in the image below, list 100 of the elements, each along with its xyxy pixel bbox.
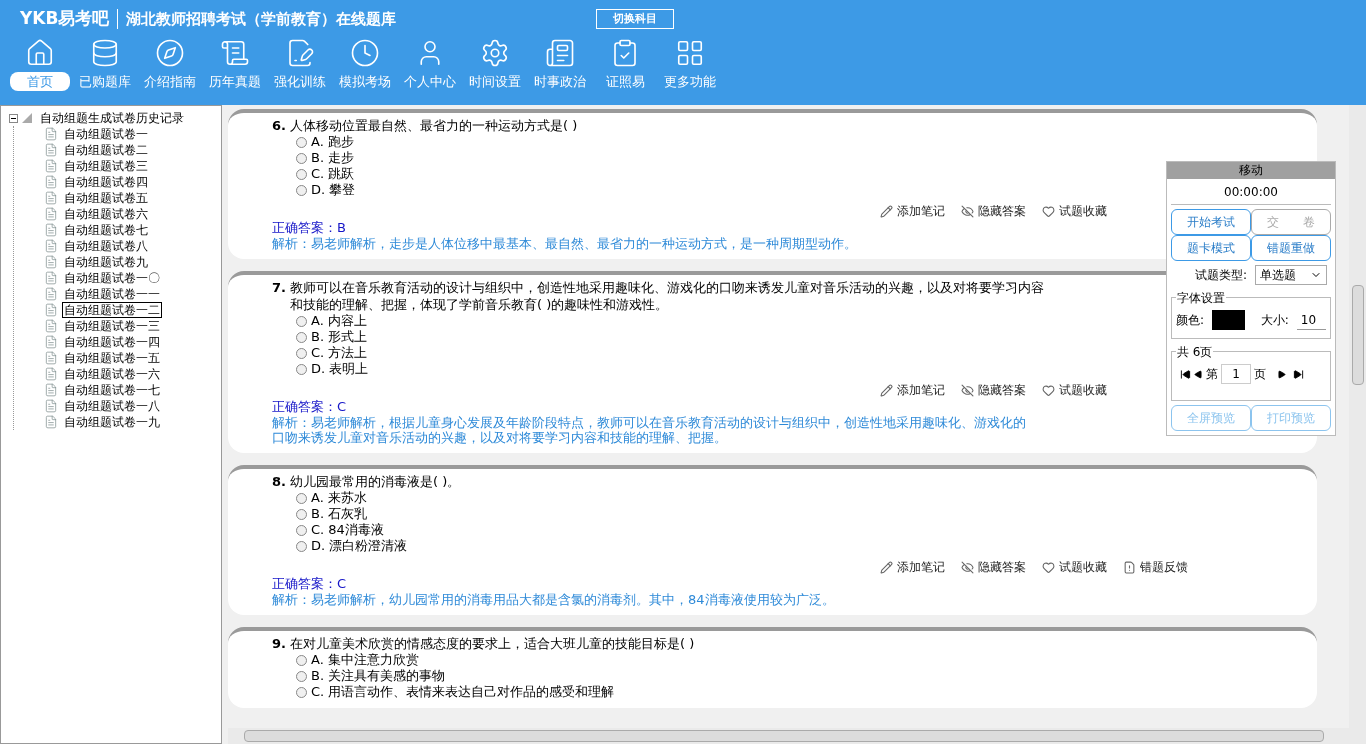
clock-icon[interactable]: [350, 38, 380, 68]
compass-icon[interactable]: [155, 38, 185, 68]
answer-option[interactable]: B. 关注具有美感的事物: [296, 668, 446, 684]
tree-item[interactable]: 自动组题试卷一九: [62, 414, 162, 430]
type-label: 试题类型:: [1193, 267, 1247, 284]
radio-button[interactable]: [296, 363, 307, 375]
answer-option[interactable]: C. 跳跃: [296, 166, 355, 182]
panel-title[interactable]: 移动: [1167, 162, 1335, 179]
size-field[interactable]: 10: [1296, 310, 1326, 330]
action-link[interactable]: 添加笔记: [880, 558, 945, 576]
last-page-icon[interactable]: [1293, 368, 1304, 380]
radio-button[interactable]: [296, 136, 307, 148]
radio-button[interactable]: [296, 524, 307, 536]
tree-item[interactable]: 自动组题试卷九: [62, 254, 150, 270]
answer-option[interactable]: C. 84消毒液: [296, 522, 384, 538]
tree-item[interactable]: 自动组题试卷一六: [62, 366, 162, 382]
action-link[interactable]: 隐藏答案: [961, 558, 1026, 576]
action-link[interactable]: 隐藏答案: [961, 381, 1026, 399]
tree-item[interactable]: 自动组题试卷一二: [62, 302, 162, 318]
radio-button[interactable]: [296, 540, 307, 552]
answer-option[interactable]: B. 走步: [296, 150, 355, 166]
settings-icon[interactable]: [480, 38, 510, 68]
color-label: 颜色:: [1176, 312, 1205, 329]
action-link[interactable]: 试题收藏: [1042, 558, 1107, 576]
radio-button[interactable]: [296, 508, 307, 520]
tree-item[interactable]: 自动组题试卷四: [62, 174, 150, 190]
answer-option[interactable]: A. 集中注意力欣赏: [296, 652, 419, 668]
action-link[interactable]: 添加笔记: [880, 202, 945, 220]
newspaper-icon[interactable]: [545, 38, 575, 68]
tree-item[interactable]: 自动组题试卷八: [62, 238, 150, 254]
action-link[interactable]: 试题收藏: [1042, 381, 1107, 399]
panel-button[interactable]: 开始考试: [1171, 209, 1251, 235]
tree-item[interactable]: 自动组题试卷一五: [62, 350, 162, 366]
page-field[interactable]: 1: [1221, 364, 1251, 384]
tree-item[interactable]: 自动组题试卷三: [62, 158, 150, 174]
document-icon: [44, 207, 58, 221]
action-link[interactable]: 错题反馈: [1123, 558, 1188, 576]
correct-answer: 正确答案：C: [272, 576, 347, 592]
home-icon[interactable]: [25, 38, 55, 68]
scroll-thumb[interactable]: [1351, 285, 1364, 385]
radio-button[interactable]: [296, 347, 307, 359]
answer-option[interactable]: B. 石灰乳: [296, 506, 368, 522]
scroll-thumb[interactable]: [244, 730, 1324, 742]
previous-page-icon[interactable]: [1194, 369, 1203, 379]
action-link[interactable]: 隐藏答案: [961, 202, 1026, 220]
next-page-icon[interactable]: [1277, 369, 1286, 379]
document-icon: [44, 127, 58, 141]
tree-item[interactable]: 自动组题试卷一一: [62, 286, 162, 302]
tree-item[interactable]: 自动组题试卷一: [62, 126, 150, 142]
panel-button[interactable]: 题卡模式: [1171, 235, 1251, 261]
radio-button[interactable]: [296, 492, 307, 504]
action-link[interactable]: 试题收藏: [1042, 202, 1107, 220]
answer-option[interactable]: C. 方法上: [296, 345, 368, 361]
answer-option[interactable]: D. 攀登: [296, 182, 356, 198]
answer-option[interactable]: D. 表明上: [296, 361, 369, 377]
group-label: 共 6页: [1176, 343, 1214, 361]
first-page-icon[interactable]: [1180, 368, 1191, 380]
tree-item[interactable]: 自动组题试卷七: [62, 222, 150, 238]
tree-item[interactable]: 自动组题试卷一七: [62, 382, 162, 398]
radio-button[interactable]: [296, 168, 307, 180]
radio-button[interactable]: [296, 315, 307, 327]
document-icon: [1123, 560, 1136, 574]
radio-button[interactable]: [296, 670, 307, 682]
tree-item[interactable]: 自动组题试卷一四: [62, 334, 162, 350]
vertical-scrollbar[interactable]: [1349, 105, 1366, 728]
answer-option[interactable]: C. 用语言动作、表情来表达自己对作品的感受和理解: [296, 684, 615, 700]
radio-button[interactable]: [296, 152, 307, 164]
radio-button[interactable]: [296, 184, 307, 196]
document-icon: [44, 191, 58, 205]
collapse-toggle[interactable]: [9, 113, 18, 123]
answer-option[interactable]: D. 漂白粉澄清液: [296, 538, 408, 554]
tree-item[interactable]: 自动组题试卷一三: [62, 318, 162, 334]
tree-item[interactable]: 自动组题试卷五: [62, 190, 150, 206]
answer-option[interactable]: A. 跑步: [296, 134, 354, 150]
size-label: 大小:: [1260, 312, 1289, 329]
horizontal-scrollbar[interactable]: [228, 728, 1366, 744]
tree-item[interactable]: 自动组题试卷一八: [62, 398, 162, 414]
type-select[interactable]: 单选题: [1255, 265, 1327, 285]
database-icon[interactable]: [90, 38, 120, 68]
document-icon: [44, 399, 58, 413]
answer-option[interactable]: A. 来苏水: [296, 490, 367, 506]
radio-button[interactable]: [296, 686, 307, 698]
tree-item[interactable]: 自动组题试卷二: [62, 142, 150, 158]
color-swatch[interactable]: [1212, 310, 1245, 330]
answer-option[interactable]: B. 形式上: [296, 329, 368, 345]
tree-item[interactable]: 自动组题试卷一〇: [62, 270, 162, 286]
answer-option[interactable]: A. 内容上: [296, 313, 367, 329]
eye-off-icon: [961, 560, 974, 574]
radio-button[interactable]: [296, 331, 307, 343]
grid-icon[interactable]: [675, 38, 705, 68]
radio-button[interactable]: [296, 654, 307, 666]
panel-button[interactable]: 错题重做: [1251, 235, 1331, 261]
document-icon: [44, 383, 58, 397]
tree-root-label[interactable]: 自动组题生成试卷历史记录: [40, 110, 184, 126]
group-label: 字体设置: [1176, 289, 1226, 307]
document-icon: [44, 159, 58, 173]
action-link[interactable]: 添加笔记: [880, 381, 945, 399]
tree-item[interactable]: 自动组题试卷六: [62, 206, 150, 222]
pencil-icon: [880, 204, 893, 218]
list-icon[interactable]: [220, 38, 250, 68]
